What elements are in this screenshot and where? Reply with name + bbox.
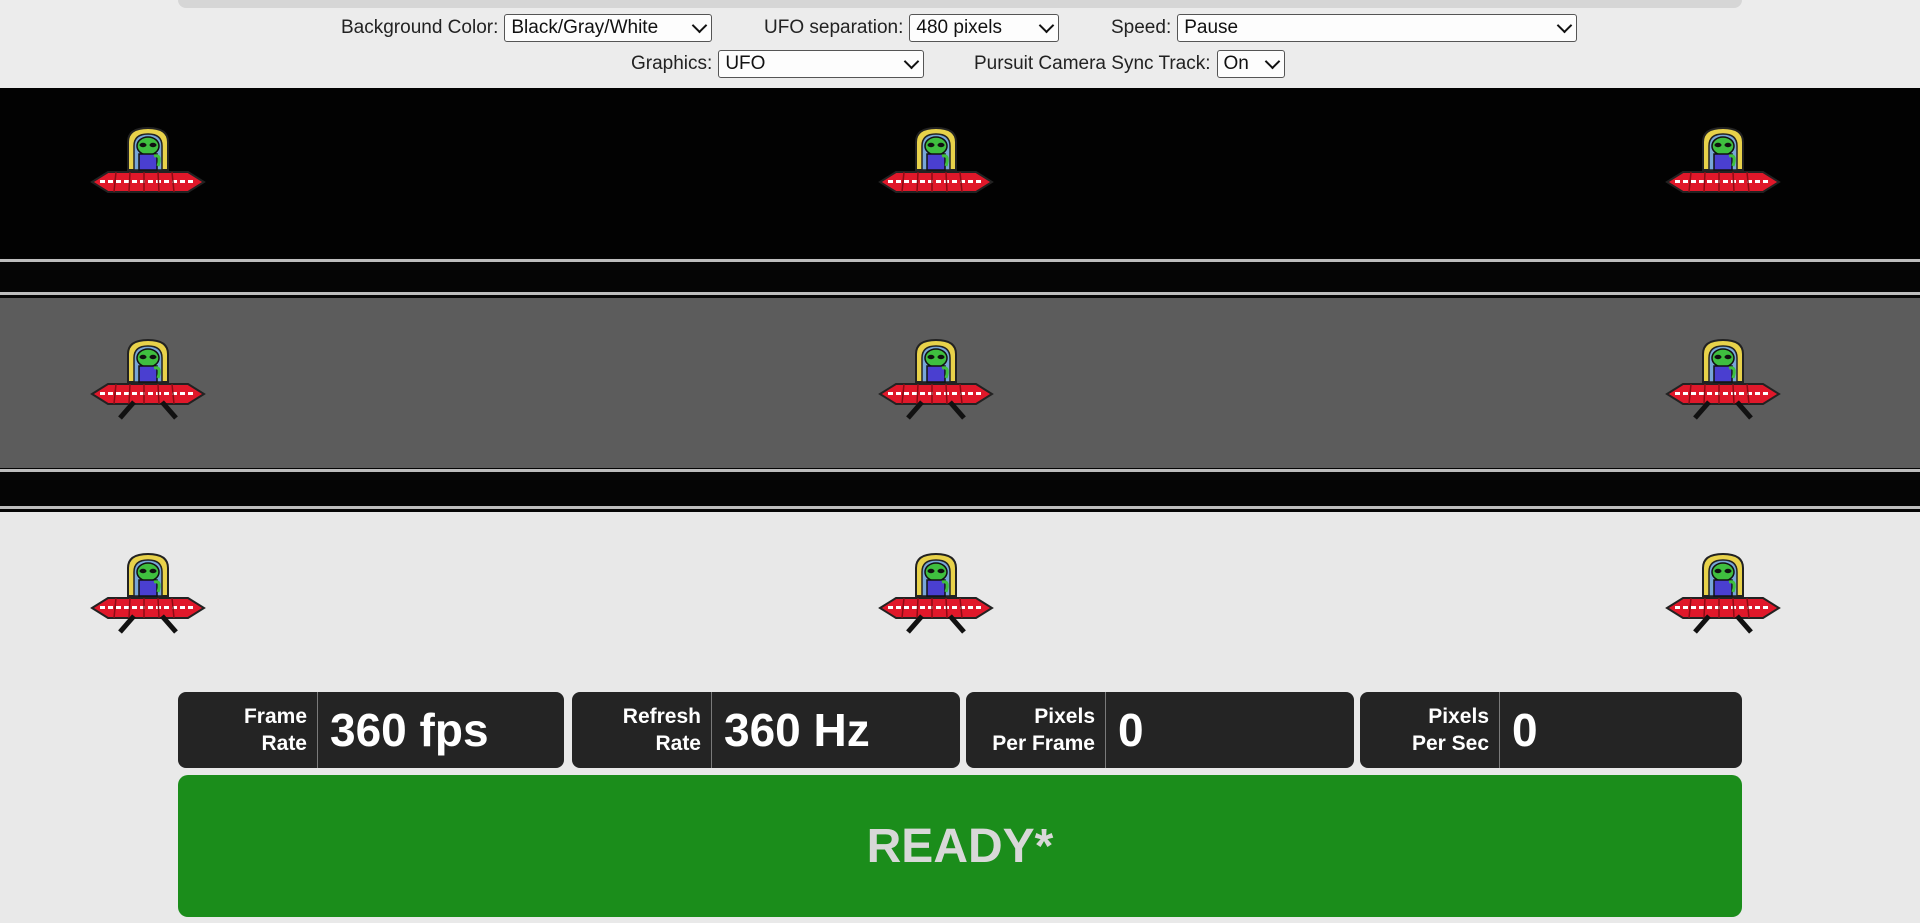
- chevron-down-icon: [1556, 17, 1573, 34]
- chevron-down-icon: [904, 53, 920, 70]
- graphics-control: Graphics: UFO: [631, 49, 925, 79]
- ufo-alien-icon: [1665, 338, 1781, 442]
- controls-row-1: Background Color: Black/Gray/White UFO s…: [0, 13, 1920, 45]
- top-strip: [178, 0, 1742, 8]
- stat-label: Frame Rate: [178, 692, 318, 768]
- ufo-alien-icon: [90, 552, 206, 656]
- background-color-label: Background Color:: [341, 17, 499, 38]
- ufo-separation-value: 480 pixels: [916, 17, 1002, 38]
- stat-frame-rate: Frame Rate 360 fps: [178, 692, 564, 768]
- stat-label: Pixels Per Sec: [1360, 692, 1500, 768]
- ufo-alien-icon: [878, 552, 994, 656]
- ufo-alien-icon: [1665, 552, 1781, 656]
- chevron-down-icon: [1039, 17, 1055, 34]
- pursuit-camera-label: Pursuit Camera Sync Track:: [974, 53, 1211, 74]
- chevron-down-icon: [692, 17, 708, 34]
- stat-value: 0: [1118, 704, 1144, 756]
- status-banner: READY*: [178, 775, 1742, 917]
- ufo-alien-icon: [878, 126, 994, 194]
- speed-label: Speed:: [1111, 17, 1172, 38]
- pursuit-camera-control: Pursuit Camera Sync Track: On: [974, 49, 1285, 79]
- stat-label: Refresh Rate: [572, 692, 712, 768]
- pursuit-camera-select[interactable]: On: [1216, 50, 1285, 78]
- ufo-alien-icon: [90, 126, 206, 194]
- ufo-alien-icon: [878, 338, 994, 442]
- graphics-label: Graphics:: [631, 53, 713, 74]
- stat-value: 0: [1512, 704, 1538, 756]
- stat-refresh-rate: Refresh Rate 360 Hz: [572, 692, 960, 768]
- ufo-separation-label: UFO separation:: [764, 17, 904, 38]
- stat-pixels-per-frame: Pixels Per Frame 0: [966, 692, 1354, 768]
- ufo-separation-control: UFO separation: 480 pixels: [764, 13, 1060, 43]
- lane-separator: [0, 258, 1920, 298]
- background-color-value: Black/Gray/White: [511, 17, 659, 38]
- stat-value: 360 Hz: [724, 704, 870, 756]
- stat-label: Pixels Per Frame: [966, 692, 1106, 768]
- ufo-alien-icon: [1665, 126, 1781, 194]
- speed-select[interactable]: Pause: [1177, 14, 1578, 42]
- controls-row-2: Graphics: UFO Pursuit Camera Sync Track:…: [0, 49, 1920, 81]
- graphics-select[interactable]: UFO: [718, 50, 925, 78]
- ufo-alien-icon: [90, 338, 206, 442]
- stat-pixels-per-sec: Pixels Per Sec 0: [1360, 692, 1742, 768]
- ufo-separation-select[interactable]: 480 pixels: [909, 14, 1060, 42]
- graphics-value: UFO: [725, 53, 766, 74]
- speed-value: Pause: [1184, 17, 1239, 38]
- controls-panel: Background Color: Black/Gray/White UFO s…: [0, 0, 1920, 88]
- background-color-control: Background Color: Black/Gray/White: [341, 13, 713, 43]
- stats-bar: Frame Rate 360 fps Refresh Rate 360 Hz P…: [0, 692, 1920, 768]
- stat-value: 360 fps: [330, 704, 489, 756]
- chevron-down-icon: [1264, 53, 1280, 70]
- lane-separator: [0, 468, 1920, 512]
- background-color-select[interactable]: Black/Gray/White: [504, 14, 713, 42]
- pursuit-camera-value: On: [1223, 53, 1249, 74]
- speed-control: Speed: Pause: [1111, 13, 1578, 43]
